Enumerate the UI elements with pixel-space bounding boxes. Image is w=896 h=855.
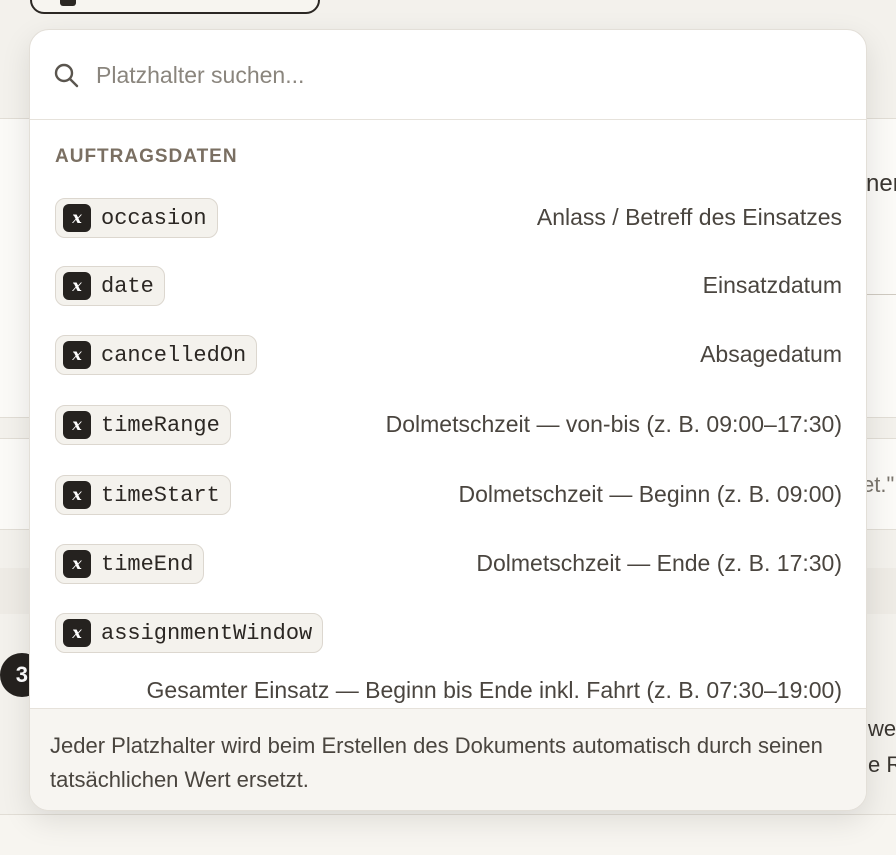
placeholder-picker: AUFTRAGSDATEN x occasion Anlass / Betref… bbox=[29, 29, 867, 811]
placeholder-token-name: cancelledOn bbox=[101, 342, 247, 368]
placeholder-description: Dolmetschzeit — Ende (z. B. 17:30) bbox=[476, 550, 842, 576]
background-bottom-card bbox=[0, 814, 896, 855]
background-chip bbox=[60, 0, 76, 6]
variable-icon: x bbox=[63, 411, 91, 439]
placeholder-item-timeend[interactable]: x timeEnd Dolmetschzeit — Ende (z. B. 17… bbox=[30, 544, 866, 584]
placeholder-token[interactable]: x timeRange bbox=[55, 405, 231, 445]
variable-icon: x bbox=[63, 341, 91, 369]
placeholder-list: AUFTRAGSDATEN x occasion Anlass / Betref… bbox=[30, 120, 866, 708]
search-input[interactable] bbox=[96, 52, 836, 98]
placeholder-description: Absagedatum bbox=[700, 341, 842, 367]
placeholder-description: Einsatzdatum bbox=[702, 272, 842, 298]
placeholder-token-name: date bbox=[101, 273, 154, 299]
background-lower-text-1: wei bbox=[868, 716, 896, 741]
placeholder-token-name: timeStart bbox=[101, 482, 220, 508]
variable-icon: x bbox=[63, 550, 91, 578]
background-card-1-text: ner bbox=[866, 170, 896, 197]
variable-icon: x bbox=[63, 272, 91, 300]
placeholder-item-assignmentwindow[interactable]: x assignmentWindow Gesamter Einsatz — Be… bbox=[30, 613, 866, 708]
placeholder-token-name: assignmentWindow bbox=[101, 620, 313, 646]
background-divider bbox=[866, 294, 896, 295]
placeholder-description: Anlass / Betreff des Einsatzes bbox=[536, 204, 842, 230]
placeholder-token[interactable]: x assignmentWindow bbox=[55, 613, 324, 653]
placeholder-description: Dolmetschzeit — Beginn (z. B. 09:00) bbox=[458, 481, 843, 507]
placeholder-item-cancelledon[interactable]: x cancelledOn Absagedatum bbox=[30, 335, 866, 375]
variable-icon: x bbox=[63, 619, 91, 647]
placeholder-description: Gesamter Einsatz — Beginn bis Ende inkl.… bbox=[146, 677, 842, 703]
placeholder-token[interactable]: x cancelledOn bbox=[55, 335, 258, 375]
placeholder-item-timestart[interactable]: x timeStart Dolmetschzeit — Beginn (z. B… bbox=[30, 475, 866, 515]
placeholder-token[interactable]: x occasion bbox=[55, 198, 218, 238]
placeholder-token[interactable]: x date bbox=[55, 266, 165, 306]
placeholder-token-name: occasion bbox=[101, 205, 207, 231]
placeholder-token-name: timeRange bbox=[101, 412, 220, 438]
search-bar bbox=[30, 30, 866, 120]
group-header: AUFTRAGSDATEN bbox=[55, 146, 238, 167]
placeholder-token[interactable]: x timeEnd bbox=[55, 544, 205, 584]
variable-icon: x bbox=[63, 204, 91, 232]
placeholder-item-timerange[interactable]: x timeRange Dolmetschzeit — von-bis (z. … bbox=[30, 405, 866, 445]
placeholder-item-date[interactable]: x date Einsatzdatum bbox=[30, 266, 866, 306]
variable-icon: x bbox=[63, 481, 91, 509]
placeholder-item-occasion[interactable]: x occasion Anlass / Betreff des Einsatze… bbox=[30, 198, 866, 238]
search-icon bbox=[54, 63, 79, 88]
picker-footer: Jeder Platzhalter wird beim Erstellen de… bbox=[30, 708, 866, 810]
footer-hint-text: Jeder Platzhalter wird beim Erstellen de… bbox=[50, 733, 823, 792]
background-select-button[interactable] bbox=[30, 0, 320, 14]
placeholder-token-name: timeEnd bbox=[101, 551, 194, 577]
placeholder-description: Dolmetschzeit — von-bis (z. B. 09:00–17:… bbox=[385, 411, 842, 437]
placeholder-token[interactable]: x timeStart bbox=[55, 475, 231, 515]
background-lower-text-2: e R bbox=[868, 752, 896, 777]
